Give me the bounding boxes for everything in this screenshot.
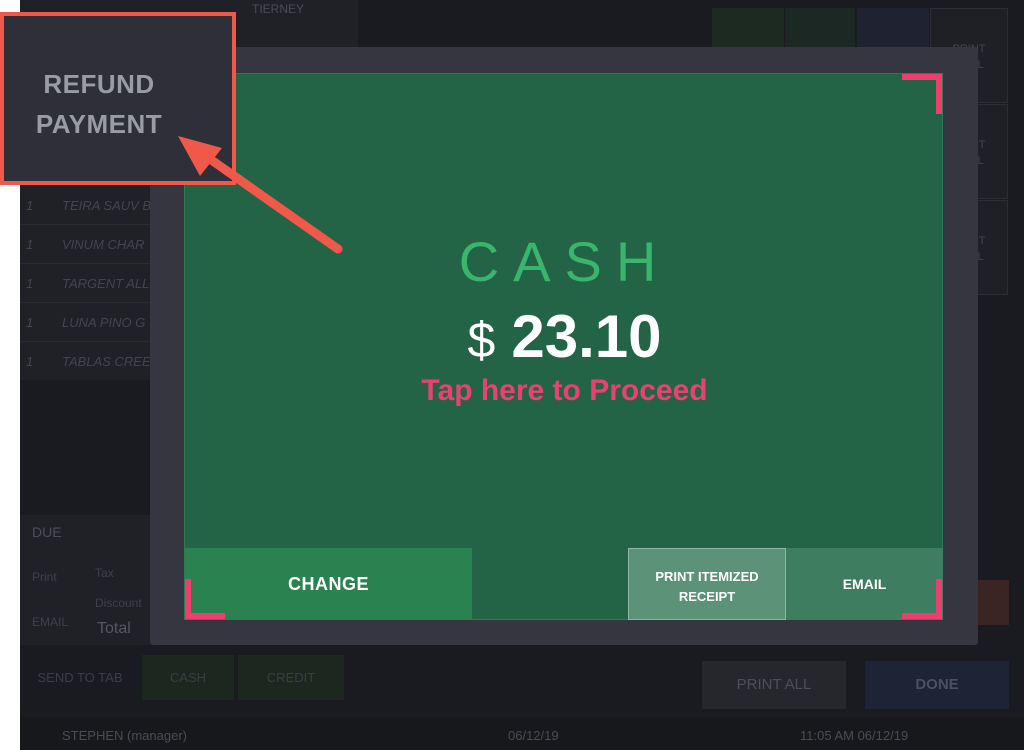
print-all-button[interactable]: PRINT ALL bbox=[702, 661, 846, 709]
callout-line2: PAYMENT bbox=[35, 109, 163, 139]
eye-icon[interactable] bbox=[857, 8, 929, 48]
payment-amount: $23.10 bbox=[185, 302, 944, 371]
order-qty: 1 bbox=[26, 354, 34, 369]
order-item-name: TEIRA SAUV B bbox=[62, 198, 152, 213]
tax-label: Tax bbox=[95, 566, 114, 580]
refund-payment-callout: REFUND PAYMENT bbox=[0, 12, 236, 185]
status-date: 06/12/19 bbox=[508, 728, 559, 743]
order-item-name: TABLAS CREE bbox=[62, 354, 151, 369]
order-qty: 1 bbox=[26, 237, 34, 252]
order-item-name: VINUM CHAR bbox=[62, 237, 145, 252]
proceed-link[interactable]: Tap here to Proceed bbox=[185, 374, 944, 408]
print-small-button[interactable]: Print bbox=[32, 570, 57, 584]
order-qty: 1 bbox=[26, 276, 34, 291]
corner-highlight bbox=[185, 579, 225, 619]
send-to-tab-button[interactable]: SEND TO TAB bbox=[20, 655, 140, 700]
warning-bar bbox=[975, 580, 1009, 625]
table-header-name: TIERNEY bbox=[252, 2, 305, 16]
payment-modal[interactable]: CASH $23.10 Tap here to Proceed CHANGE P… bbox=[184, 73, 943, 620]
total-label: Total bbox=[97, 620, 131, 637]
email-small-button[interactable]: EMAIL bbox=[32, 615, 68, 629]
discount-label: Discount bbox=[95, 596, 142, 610]
print-receipt-label-line1: PRINT ITEMIZED bbox=[655, 569, 759, 584]
order-qty: 1 bbox=[26, 315, 34, 330]
done-button[interactable]: DONE bbox=[865, 661, 1009, 709]
credit-tab-button[interactable]: CREDIT bbox=[238, 655, 344, 700]
payment-method-title: CASH bbox=[458, 230, 671, 293]
corner-highlight bbox=[902, 74, 942, 114]
user-label: STEPHEN (manager) bbox=[62, 728, 187, 743]
callout-line1: REFUND bbox=[43, 69, 155, 99]
change-button[interactable]: CHANGE bbox=[185, 548, 472, 620]
order-item-name: LUNA PINO G bbox=[62, 315, 146, 330]
print-itemized-receipt-button[interactable]: PRINT ITEMIZED RECEIPT bbox=[628, 548, 786, 620]
order-qty: 1 bbox=[26, 198, 34, 213]
currency-symbol: $ bbox=[467, 312, 496, 368]
cash-tab-button[interactable]: CASH bbox=[142, 655, 234, 700]
top-action-button[interactable] bbox=[712, 8, 784, 48]
status-time: 11:05 AM 06/12/19 bbox=[800, 728, 909, 743]
print-receipt-label-line2: RECEIPT bbox=[678, 589, 736, 604]
callout-text: REFUND PAYMENT bbox=[4, 64, 194, 144]
corner-highlight bbox=[902, 579, 942, 619]
order-item-name: TARGENT ALL bbox=[62, 276, 150, 291]
amount-value: 23.10 bbox=[511, 303, 662, 370]
due-label: DUE bbox=[32, 524, 62, 540]
top-action-button[interactable] bbox=[785, 8, 855, 48]
